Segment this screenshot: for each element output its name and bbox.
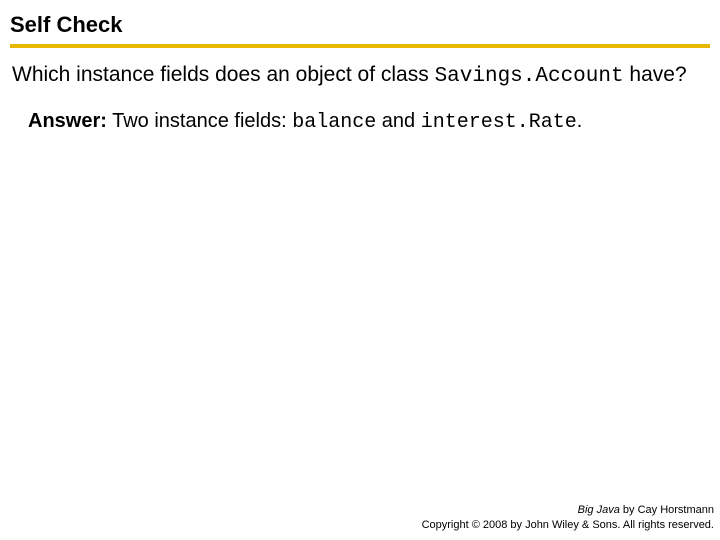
question-pre: Which instance fields does an object of … xyxy=(12,63,435,86)
footer: Big Java by Cay Horstmann Copyright © 20… xyxy=(422,503,714,532)
slide: Self Check Which instance fields does an… xyxy=(0,0,720,540)
slide-title: Self Check xyxy=(10,12,710,44)
footer-copyright: Copyright © 2008 by John Wiley & Sons. A… xyxy=(422,518,714,532)
question-code: Savings.Account xyxy=(435,65,624,88)
footer-byline: by Cay Horstmann xyxy=(620,504,714,516)
title-rule xyxy=(10,44,710,48)
answer-mid: and xyxy=(376,110,420,132)
footer-book: Big Java xyxy=(578,504,620,516)
answer-pre: Two instance fields: xyxy=(107,110,292,132)
answer-post: . xyxy=(577,110,583,132)
question-post: have? xyxy=(624,63,687,86)
question-text: Which instance fields does an object of … xyxy=(12,62,708,90)
answer-code1: balance xyxy=(292,111,376,134)
answer-code2: interest.Rate xyxy=(421,111,577,134)
answer-text: Answer: Two instance fields: balance and… xyxy=(28,108,710,136)
footer-line1: Big Java by Cay Horstmann xyxy=(422,503,714,517)
answer-label: Answer: xyxy=(28,110,107,132)
